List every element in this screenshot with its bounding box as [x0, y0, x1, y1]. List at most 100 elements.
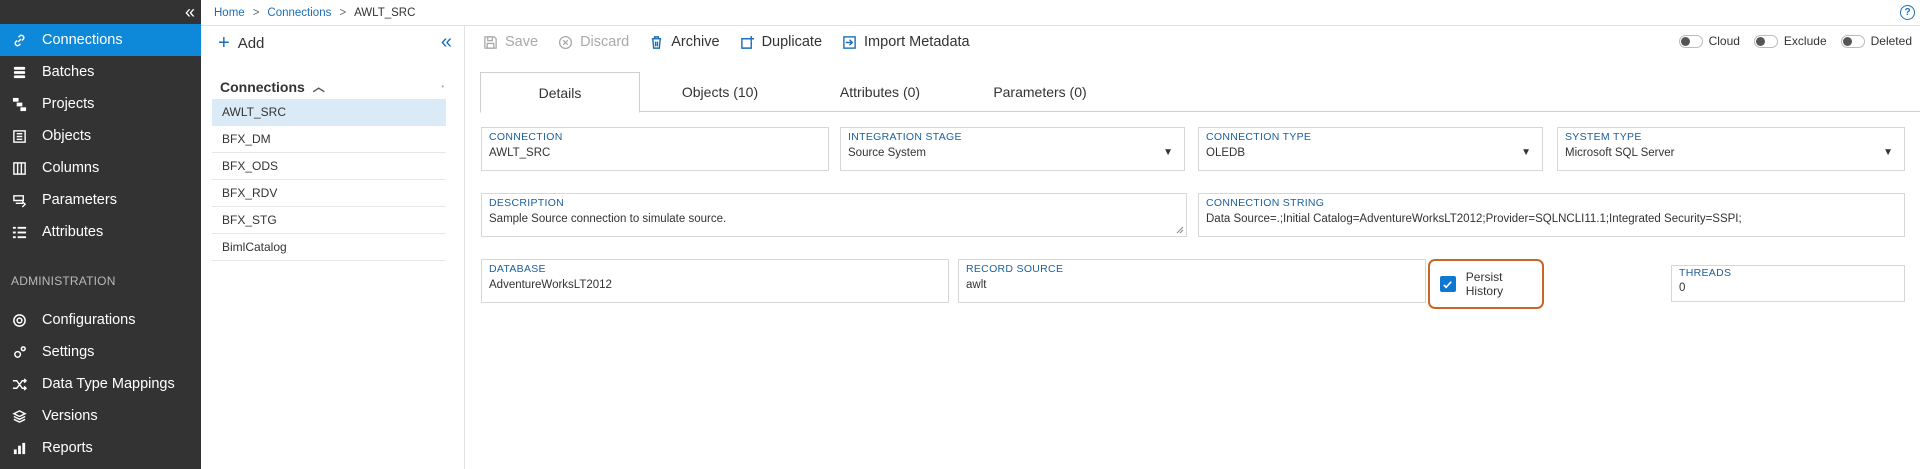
- field-label: CONNECTION STRING: [1206, 197, 1325, 209]
- list-item[interactable]: BFX_STG: [212, 207, 446, 234]
- nav-item-objects[interactable]: Objects: [0, 120, 201, 152]
- connection-type-select[interactable]: CONNECTION TYPE OLEDB ▼: [1198, 127, 1543, 171]
- discard-button[interactable]: Discard: [558, 34, 629, 50]
- batches-icon: [10, 63, 28, 81]
- add-button[interactable]: + Add: [218, 33, 264, 53]
- threads-field[interactable]: THREADS 0: [1671, 265, 1905, 302]
- panel-collapse-icon[interactable]: «: [441, 31, 452, 54]
- nav-item-columns[interactable]: Columns: [0, 152, 201, 184]
- list-item-label: AWLT_SRC: [222, 105, 287, 119]
- nav-item-label: Settings: [42, 344, 95, 360]
- nav-item-label: Columns: [42, 160, 100, 176]
- description-field[interactable]: DESCRIPTION Sample Source connection to …: [481, 193, 1187, 237]
- chevron-up-icon: ︿: [312, 80, 325, 94]
- help-icon[interactable]: ?: [1900, 5, 1915, 20]
- nav-item-projects[interactable]: Projects: [0, 88, 201, 120]
- archive-button[interactable]: Archive: [649, 34, 720, 50]
- duplicate-button[interactable]: Duplicate: [740, 34, 822, 50]
- nav-item-label: Connections: [42, 32, 123, 48]
- scroll-indicator: •: [441, 82, 444, 91]
- tab-label: Parameters (0): [993, 84, 1087, 100]
- add-button-label: Add: [237, 34, 265, 52]
- main-nav: « Connections Batches Projects Objects C…: [0, 0, 201, 469]
- breadcrumb-connections-link[interactable]: Connections: [267, 7, 331, 19]
- nav-item-connections[interactable]: Connections: [0, 24, 201, 56]
- list-item[interactable]: AWLT_SRC: [212, 99, 446, 126]
- field-value: Sample Source connection to simulate sou…: [489, 213, 727, 225]
- nav-item-versions[interactable]: Versions: [0, 400, 201, 432]
- nav-item-parameters[interactable]: Parameters: [0, 184, 201, 216]
- persist-history-label: Persist History: [1465, 270, 1504, 298]
- tab-attributes[interactable]: Attributes (0): [800, 72, 960, 112]
- nav-item-settings[interactable]: Settings: [0, 336, 201, 368]
- breadcrumb-home-link[interactable]: Home: [214, 7, 245, 19]
- reports-icon: [10, 439, 28, 457]
- objects-icon: [10, 127, 28, 145]
- nav-section-administration: ADMINISTRATION: [11, 274, 116, 288]
- checkbox-checked-icon[interactable]: [1440, 276, 1456, 292]
- nav-collapse-icon[interactable]: «: [185, 2, 195, 23]
- breadcrumb: Home > Connections > AWLT_SRC ?: [201, 0, 1920, 26]
- save-button[interactable]: Save: [483, 34, 538, 50]
- field-label: DESCRIPTION: [489, 197, 565, 209]
- list-item[interactable]: BFX_RDV: [212, 180, 446, 207]
- nav-item-label: Attributes: [42, 224, 104, 240]
- columns-icon: [10, 159, 28, 177]
- connection-field[interactable]: CONNECTION AWLT_SRC: [481, 127, 829, 171]
- cloud-toggle[interactable]: Cloud: [1678, 34, 1740, 48]
- settings-icon: [10, 343, 28, 361]
- toggle-label: Exclude: [1783, 34, 1827, 48]
- nav-item-reports[interactable]: Reports: [0, 432, 201, 464]
- nav-item-label: Reports: [42, 440, 93, 456]
- link-icon: [10, 31, 28, 49]
- shuffle-icon: [10, 375, 28, 393]
- exclude-toggle[interactable]: Exclude: [1753, 34, 1827, 48]
- toggle-switch[interactable]: [1678, 34, 1703, 48]
- resize-grip-icon[interactable]: [1176, 226, 1184, 234]
- nav-item-batches[interactable]: Batches: [0, 56, 201, 88]
- field-value: AWLT_SRC: [489, 147, 551, 159]
- toggle-switch[interactable]: [1753, 34, 1778, 48]
- nav-item-label: Objects: [42, 128, 92, 144]
- archive-label: Archive: [671, 34, 720, 50]
- list-item-label: BimlCatalog: [222, 240, 287, 254]
- persist-history-checkbox[interactable]: Persist History: [1428, 259, 1544, 309]
- list-item-label: BFX_RDV: [222, 186, 278, 200]
- record-source-field[interactable]: RECORD SOURCE awlt: [958, 259, 1426, 303]
- nav-item-attributes[interactable]: Attributes: [0, 216, 201, 248]
- import-metadata-button[interactable]: Import Metadata: [842, 34, 970, 50]
- field-label: SYSTEM TYPE: [1565, 131, 1642, 143]
- list-header[interactable]: Connections ︿: [220, 78, 325, 95]
- nav-item-data-type-mappings[interactable]: Data Type Mappings: [0, 368, 201, 400]
- field-value: Data Source=.;Initial Catalog=AdventureW…: [1206, 213, 1742, 225]
- list-item[interactable]: BimlCatalog: [212, 234, 446, 261]
- list-item[interactable]: BFX_ODS: [212, 153, 446, 180]
- app-window: « Connections Batches Projects Objects C…: [0, 0, 1920, 469]
- field-label: RECORD SOURCE: [966, 263, 1064, 275]
- list-item[interactable]: BFX_DM: [212, 126, 446, 153]
- system-type-select[interactable]: SYSTEM TYPE Microsoft SQL Server ▼: [1557, 127, 1905, 171]
- tab-objects[interactable]: Objects (10): [640, 72, 800, 112]
- connection-list-panel: + Add « Connections ︿ • AWLT_SRC BFX_DM …: [201, 26, 465, 469]
- nav-item-label: Configurations: [42, 312, 136, 328]
- duplicate-label: Duplicate: [761, 34, 823, 50]
- detail-tabs: Details Objects (10) Attributes (0) Para…: [480, 72, 1920, 113]
- toggle-switch[interactable]: [1840, 34, 1865, 48]
- connection-string-field[interactable]: CONNECTION STRING Data Source=.;Initial …: [1198, 193, 1905, 237]
- breadcrumb-current: AWLT_SRC: [354, 6, 416, 19]
- import-icon: [842, 35, 857, 50]
- trash-icon: [649, 35, 664, 50]
- field-label: CONNECTION TYPE: [1206, 131, 1312, 143]
- tab-details[interactable]: Details: [480, 72, 640, 113]
- integration-stage-select[interactable]: INTEGRATION STAGE Source System ▼: [840, 127, 1185, 171]
- field-value: Microsoft SQL Server: [1565, 147, 1675, 159]
- tab-parameters[interactable]: Parameters (0): [960, 72, 1120, 112]
- versions-icon: [10, 407, 28, 425]
- deleted-toggle[interactable]: Deleted: [1840, 34, 1912, 48]
- database-field[interactable]: DATABASE AdventureWorksLT2012: [481, 259, 949, 303]
- field-value: AdventureWorksLT2012: [489, 279, 612, 291]
- list-item-label: BFX_DM: [222, 132, 271, 146]
- nav-item-configurations[interactable]: Configurations: [0, 304, 201, 336]
- toolbar: Save Discard Archive Duplicate Import Me…: [465, 26, 1920, 58]
- duplicate-icon: [740, 35, 755, 50]
